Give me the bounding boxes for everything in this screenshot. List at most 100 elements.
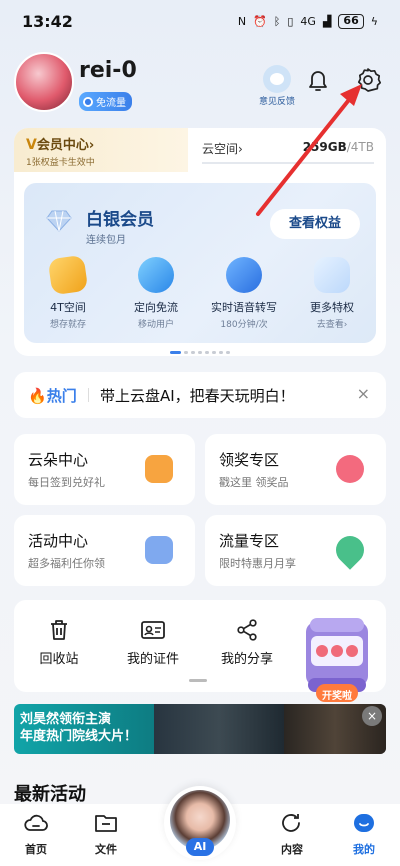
vip-v-icon: V [26,137,37,153]
cloud-total: /4TB [346,140,374,154]
vip-center[interactable]: V会员中心› 1张权益卡生效中 [14,128,188,172]
tile-subtitle: 超多福利任你领 [28,557,105,570]
vip-chevron-icon: › [88,138,95,153]
ad-line2: 年度热门院线大片！ [20,729,138,744]
perk-more[interactable]: 更多特权 去查看› [288,257,376,330]
feedback-label: 意见反馈 [258,97,295,107]
nfc-icon: N [237,14,247,28]
share-icon [237,619,257,641]
member-level-subtitle: 连续包月 [86,235,126,246]
tool-my-ids[interactable]: 我的证件 [108,618,198,667]
tab-home[interactable]: 首页 [6,812,66,857]
lottery-button-label: 开奖啦 [322,691,352,702]
free-traffic-badge[interactable]: ● 免流量 [79,92,132,111]
ad-line1: 刘昊然领衔主演 [20,712,112,727]
cloud-usage: 259GB/4TB [303,140,374,154]
cloud-space-label: 云空间› [202,140,243,157]
perk-label: 更多特权 [310,301,354,314]
username[interactable]: rei-0 [79,58,137,83]
tile-cloud-center[interactable]: 云朵中心 每日签到兑好礼 [14,434,195,505]
status-bar: 13:42 N ⏰ ᛒ ▯ 4G ▟ 66 ϟ [0,0,400,42]
hot-divider [88,388,89,402]
carousel-dots [14,351,386,354]
perk-free-traffic[interactable]: 定向免流 移动用户 [112,257,200,330]
perk-sub: 移动用户 [137,320,174,330]
tab-files[interactable]: 文件 [76,812,136,857]
ad-close-icon[interactable]: × [362,706,382,726]
voice-transcribe-icon [226,257,262,293]
profile-icon [354,814,374,832]
cloud-space[interactable]: 云空间› 259GB/4TB [202,136,374,164]
tab-mine[interactable]: 我的 [334,812,394,857]
tile-prize-zone[interactable]: 领奖专区 戳这里 领奖品 [205,434,386,505]
hot-label: 🔥热门 [28,385,77,406]
lottery-machine-widget[interactable]: 开奖啦 [300,616,374,706]
feedback-button[interactable]: 意见反馈 [252,65,302,107]
member-level-title: 白银会员 [86,210,154,230]
diamond-icon [46,210,72,232]
flame-icon: 🔥 [28,387,47,405]
perk-sub: 去查看› [316,320,348,330]
calendar-icon [145,455,173,483]
hot-label-text: 热门 [46,387,77,405]
battery-icon: 66 [338,13,364,29]
vip-subtitle: 1张权益卡生效中 [26,158,95,168]
latest-activities-title: 最新活动 [14,784,86,805]
drop-icon: ● [83,96,93,107]
tile-subtitle: 戳这里 领奖品 [219,476,289,489]
storage-icon [47,254,89,296]
bell-icon[interactable] [306,68,330,94]
activity-icon [145,536,173,564]
tile-title: 云朵中心 [28,451,89,469]
tab-content[interactable]: 内容 [262,812,322,857]
trash-icon [51,620,67,640]
tile-subtitle: 每日签到兑好礼 [28,476,105,489]
cloud-used: 259GB [302,140,347,154]
cloud-label: 云空间 [202,142,239,156]
tool-my-shares[interactable]: 我的分享 [202,618,292,667]
status-icons: N ⏰ ᛒ ▯ 4G ▟ 66 ϟ [237,13,378,29]
tab-label: 文件 [95,843,117,856]
close-icon[interactable]: × [357,384,370,403]
content-icon [282,814,300,832]
gear-icon[interactable] [354,66,382,94]
perk-sub: 想存就存 [49,320,86,330]
charging-icon: ϟ [370,14,378,28]
tab-ai[interactable]: AI [164,786,236,860]
ad-text: 刘昊然领衔主演 年度热门院线大片！ [20,711,160,745]
id-card-icon [141,621,165,639]
avatar[interactable] [14,52,74,112]
more-privileges-icon [314,257,350,293]
ad-banner[interactable]: 刘昊然领衔主演 年度热门院线大片！ [14,704,386,754]
tool-label: 我的证件 [126,652,179,667]
traffic-icon [330,530,370,570]
hot-banner[interactable]: 🔥热门 带上云盘AI，把春天玩明白！ × [14,372,386,418]
tab-ai-label: AI [186,838,214,856]
vip-title: 会员中心 [36,138,89,153]
ad-poster [154,704,284,754]
perk-list: 4T空间 想存就存 定向免流 移动用户 实时语音转写 180分钟/次 更多特权 … [24,254,376,330]
tile-subtitle: 限时特惠月月享 [219,557,296,570]
free-traffic-icon [138,257,174,293]
perk-label: 4T空间 [50,301,86,314]
home-cloud-icon [24,814,48,831]
hot-text: 带上云盘AI，把春天玩明白！ [100,387,295,405]
tab-label: 内容 [281,843,303,856]
vip-center-title: V会员中心› [26,134,176,153]
feedback-icon [263,65,291,93]
tile-traffic-zone[interactable]: 流量专区 限时特惠月月享 [205,515,386,586]
tool-recycle-bin[interactable]: 回收站 [14,618,104,667]
perk-voice[interactable]: 实时语音转写 180分钟/次 [200,257,288,330]
bluetooth-icon: ᛒ [273,14,281,28]
perk-sub: 180分钟/次 [220,320,268,330]
tile-activity-center[interactable]: 活动中心 超多福利任你领 [14,515,195,586]
cloud-usage-bar [202,162,374,164]
tool-label: 我的分享 [220,652,273,667]
perk-storage[interactable]: 4T空间 想存就存 [24,254,112,330]
vibrate-icon: ▯ [287,14,294,28]
silver-member-panel: 白银会员 连续包月 查看权益 4T空间 想存就存 定向免流 移动用户 实时语音转… [24,183,376,343]
profile-header: rei-0 ● 免流量 意见反馈 [14,52,386,114]
gift-icon [336,455,364,483]
view-benefits-button[interactable]: 查看权益 [270,209,360,239]
alarm-icon: ⏰ [253,14,267,28]
